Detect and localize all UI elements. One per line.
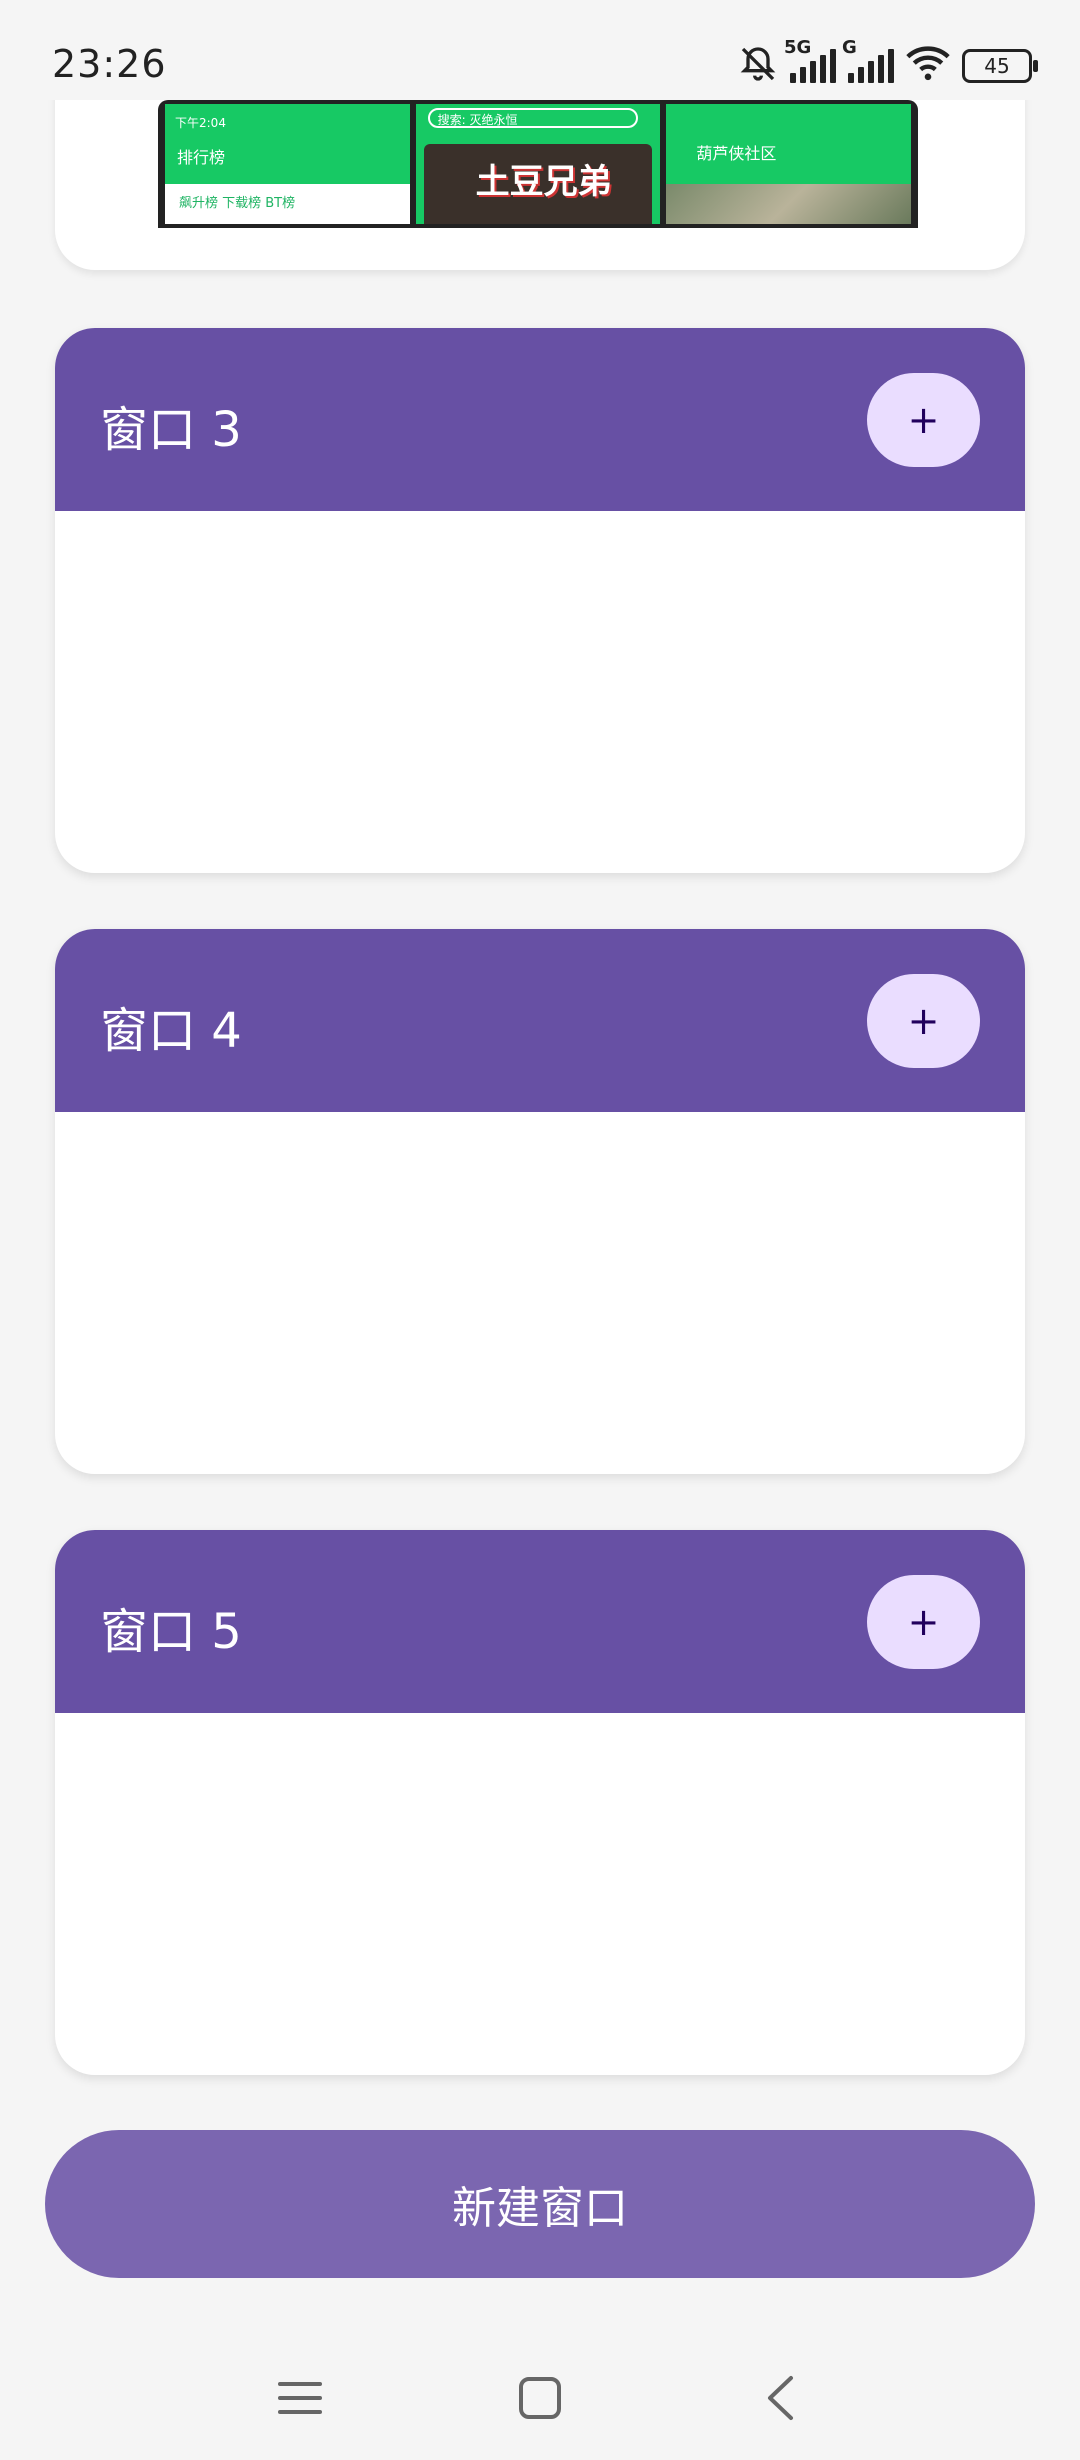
signal-5g-icon: 5G [784, 37, 836, 83]
preview-title: 葫芦侠社区 [696, 144, 777, 163]
window-card-header: 窗口 3 + [55, 328, 1025, 511]
preview-time: 下午2:04 [175, 116, 226, 130]
window-card: 窗口 4 + [55, 929, 1025, 1474]
window-title: 窗口 3 [100, 402, 242, 458]
window-card-header: 窗口 5 + [55, 1530, 1025, 1713]
window-card: 窗口 5 + [55, 1530, 1025, 2075]
add-button[interactable]: + [867, 373, 980, 467]
preview-tabs: 飙升榜 下载榜 BT榜 [179, 196, 296, 211]
signal-g-icon: G [842, 37, 894, 83]
preview-photo [666, 184, 912, 224]
preview-logo: 土豆兄弟 [475, 162, 612, 202]
window-title: 窗口 4 [100, 1003, 242, 1059]
preview-thumb-game[interactable]: 搜索: 灭绝永恒 土豆兄弟 [415, 104, 661, 224]
add-button[interactable]: + [867, 974, 980, 1068]
window-preview-strip[interactable]: 下午2:04 排行榜 飙升榜 下载榜 BT榜 搜索: 灭绝永恒 土豆兄弟 葫芦侠… [158, 100, 918, 228]
home-icon[interactable] [510, 2368, 570, 2428]
bell-off-icon [738, 44, 778, 88]
preview-thumb-community[interactable]: 葫芦侠社区 [666, 104, 912, 224]
wifi-icon [906, 44, 950, 88]
status-time: 23:26 [52, 42, 167, 86]
status-bar: 23:26 5G G 45 [0, 0, 1080, 100]
battery-icon: 45 [962, 49, 1038, 83]
preview-thumb-ranking[interactable]: 下午2:04 排行榜 飙升榜 下载榜 BT榜 [165, 104, 410, 224]
status-icons: 5G G 45 [738, 37, 1038, 88]
preview-title: 排行榜 [177, 148, 226, 167]
window-card-header: 窗口 4 + [55, 929, 1025, 1112]
menu-icon[interactable] [270, 2368, 330, 2428]
back-icon[interactable] [750, 2368, 810, 2428]
add-button[interactable]: + [867, 1575, 980, 1669]
window-title: 窗口 5 [100, 1604, 242, 1660]
navigation-bar [0, 2330, 1080, 2460]
new-window-button[interactable]: 新建窗口 [45, 2130, 1035, 2278]
preview-search: 搜索: 灭绝永恒 [427, 108, 638, 128]
window-card: 窗口 3 + [55, 328, 1025, 873]
